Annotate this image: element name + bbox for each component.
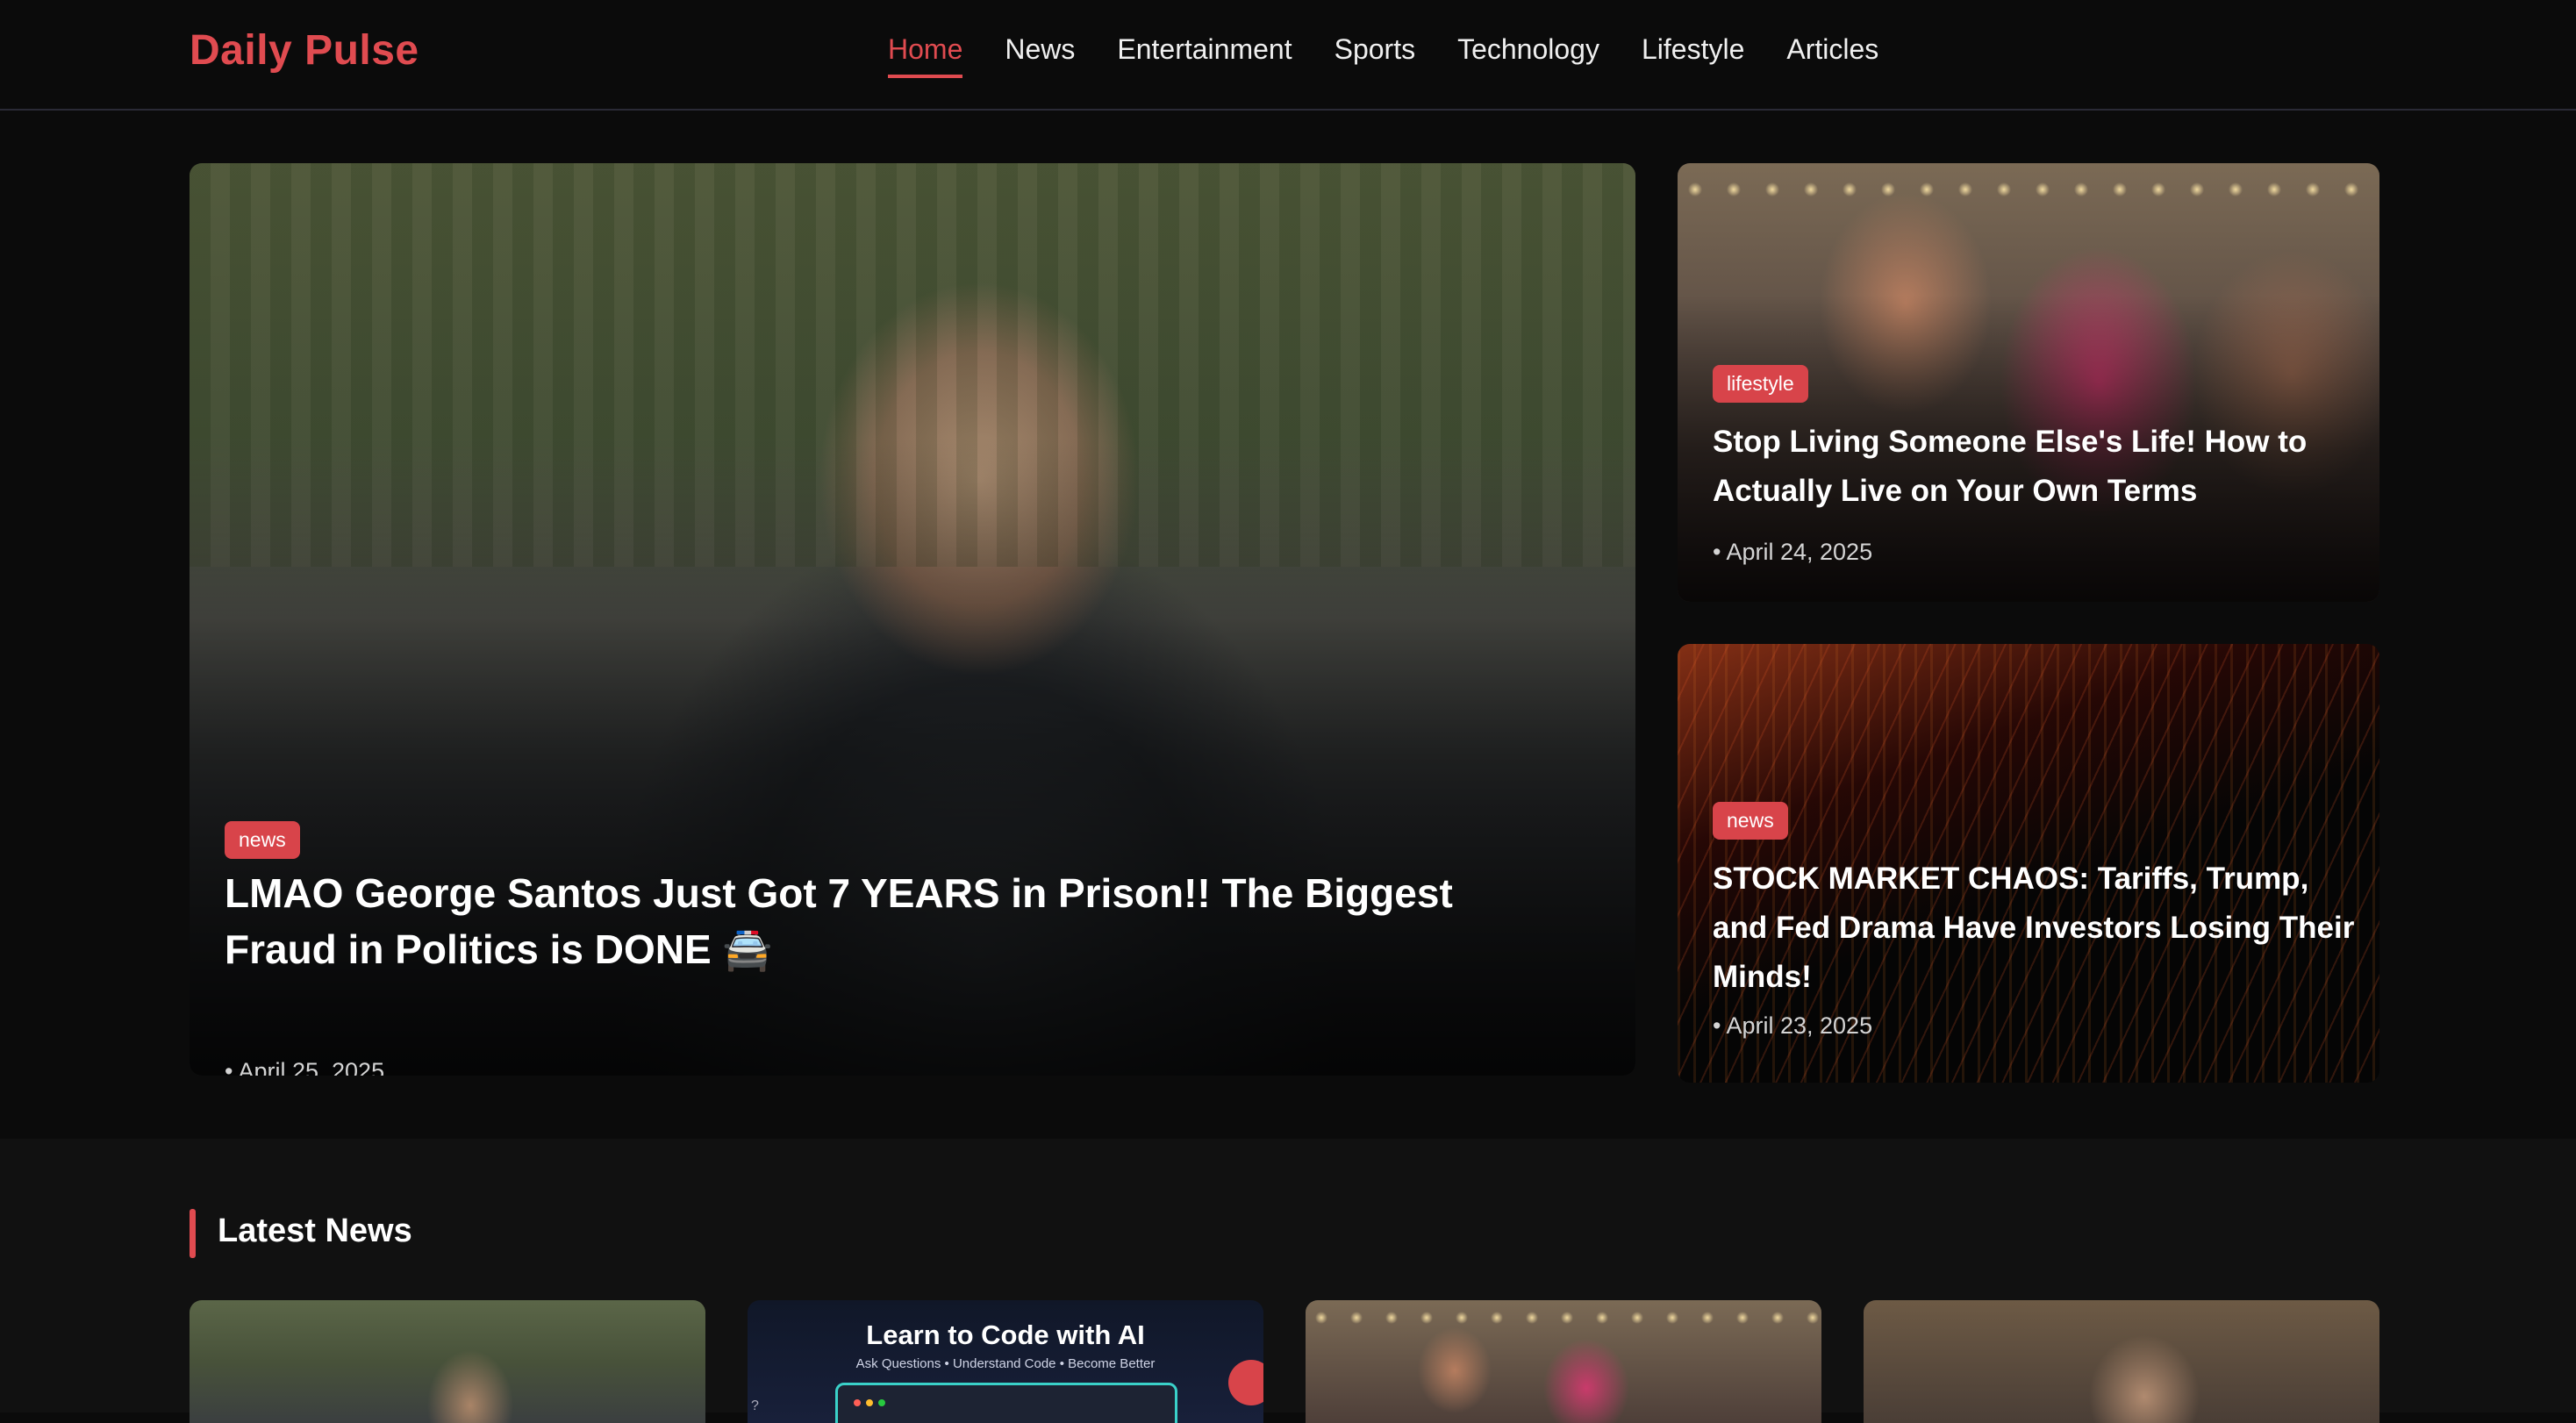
section-accent-bar [190, 1209, 196, 1258]
featured-date: • April 25, 2025 [225, 1058, 385, 1076]
featured-title[interactable]: LMAO George Santos Just Got 7 YEARS in P… [225, 865, 1576, 977]
thumbnail-title: Learn to Code with AI [866, 1319, 1145, 1350]
nav-technology[interactable]: Technology [1457, 33, 1599, 78]
hand-badge-icon [1228, 1360, 1263, 1405]
side-article-date-2: • April 23, 2025 [1713, 1012, 1873, 1039]
main-nav: Home News Entertainment Sports Technolog… [888, 33, 1921, 78]
category-tag[interactable]: lifestyle [1713, 365, 1808, 403]
nav-news[interactable]: News [1005, 33, 1075, 78]
hero-section: news LMAO George Santos Just Got 7 YEARS… [0, 112, 2576, 1139]
latest-news-thumbnail-4[interactable] [1864, 1300, 2379, 1423]
nav-lifestyle[interactable]: Lifestyle [1642, 33, 1744, 78]
side-article-date-1: • April 24, 2025 [1713, 539, 1873, 565]
latest-news-section: Latest News Learn to Code with AI Ask Qu… [0, 1139, 2576, 1423]
nav-home[interactable]: Home [888, 33, 963, 78]
category-tag[interactable]: news [225, 821, 300, 859]
nav-entertainment[interactable]: Entertainment [1117, 33, 1292, 78]
side-article-card-1[interactable]: lifestyle Stop Living Someone Else's Lif… [1678, 163, 2379, 602]
code-window-illustration [835, 1383, 1177, 1423]
site-logo[interactable]: Daily Pulse [190, 26, 419, 75]
latest-news-thumbnail-1[interactable] [190, 1300, 705, 1423]
latest-news-thumbnail-2[interactable]: Learn to Code with AI Ask Questions • Un… [748, 1300, 1263, 1423]
nav-articles[interactable]: Articles [1786, 33, 1878, 78]
question-mark-glyph: ? [751, 1398, 759, 1413]
side-article-title-1[interactable]: Stop Living Someone Else's Life! How to … [1713, 418, 2362, 516]
thumbnail-subtitle: Ask Questions • Understand Code • Become… [855, 1356, 1156, 1371]
nav-sports[interactable]: Sports [1335, 33, 1415, 78]
featured-article-card[interactable]: news LMAO George Santos Just Got 7 YEARS… [190, 163, 1635, 1076]
side-article-title-2[interactable]: STOCK MARKET CHAOS: Tariffs, Trump, and … [1713, 855, 2362, 1002]
category-tag[interactable]: news [1713, 802, 1788, 840]
section-heading: Latest News [218, 1212, 412, 1249]
site-header: Daily Pulse Home News Entertainment Spor… [0, 0, 2576, 111]
side-article-card-2[interactable]: news STOCK MARKET CHAOS: Tariffs, Trump,… [1678, 644, 2379, 1083]
latest-news-thumbnail-3[interactable] [1306, 1300, 1821, 1423]
